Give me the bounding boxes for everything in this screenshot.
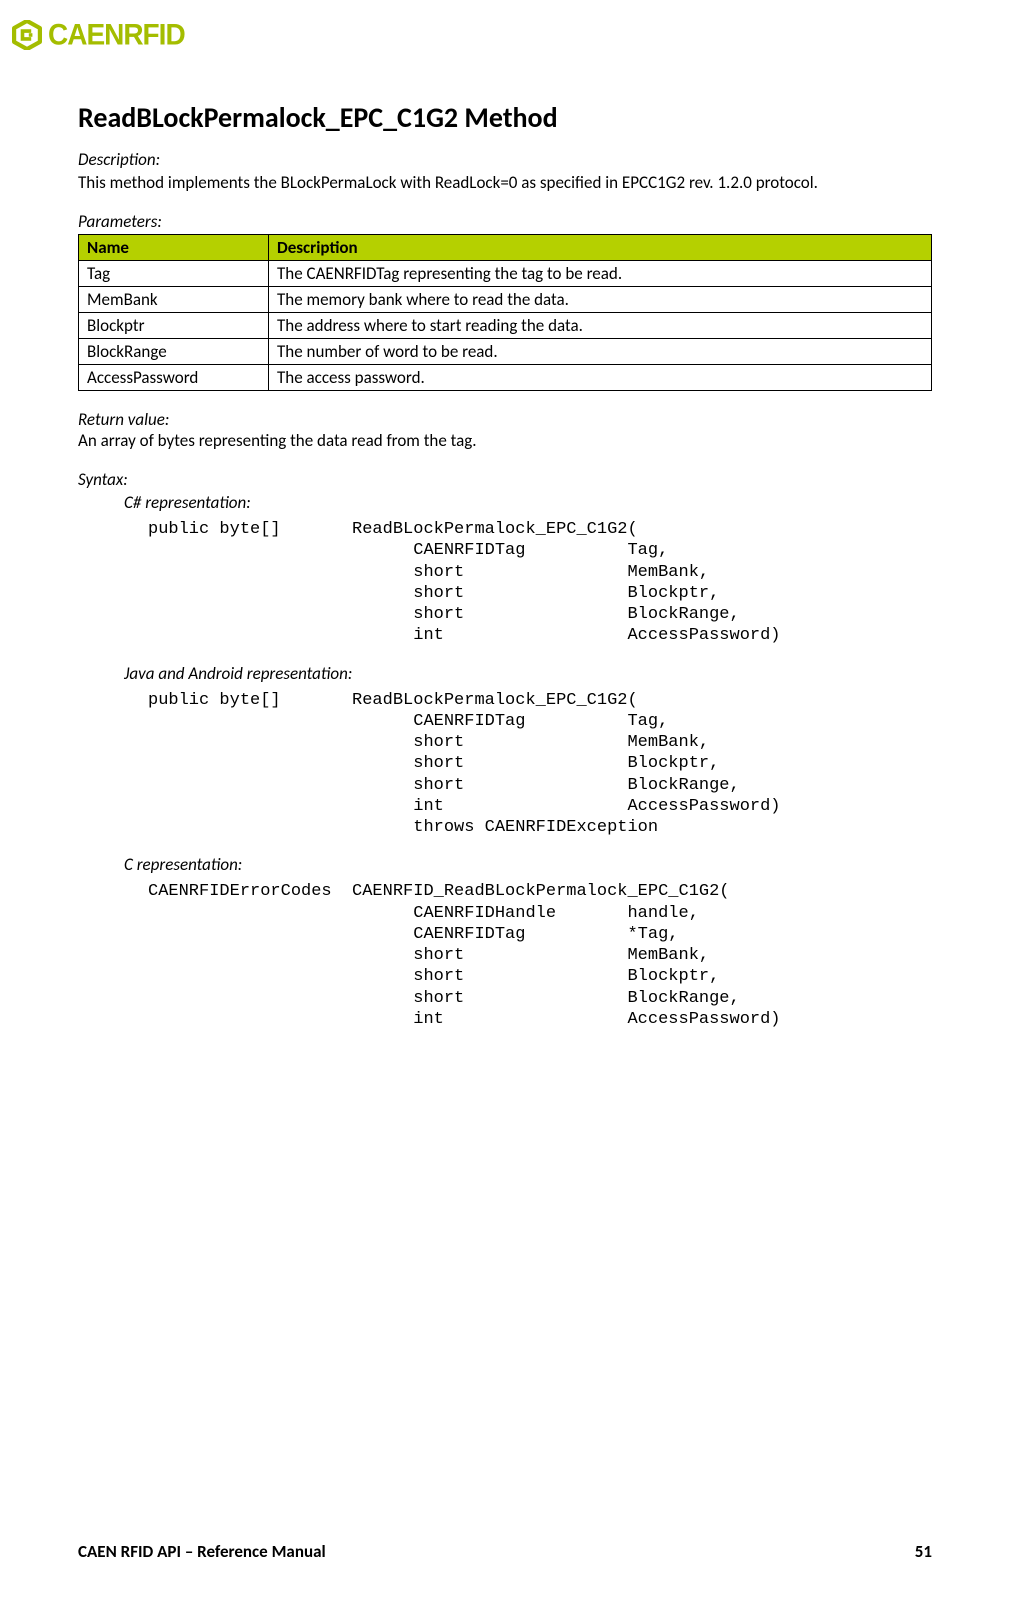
parameters-table: Name Description Tag The CAENRFIDTag rep… (78, 234, 932, 391)
param-desc: The CAENRFIDTag representing the tag to … (269, 261, 932, 287)
table-row: Blockptr The address where to start read… (79, 313, 932, 339)
param-desc: The access password. (269, 365, 932, 391)
parameters-label: Parameters: (78, 211, 932, 232)
table-header-name: Name (79, 235, 269, 261)
param-desc: The number of word to be read. (269, 339, 932, 365)
csharp-code: public byte[] ReadBLockPermalock_EPC_C1G… (148, 519, 932, 647)
table-row: BlockRange The number of word to be read… (79, 339, 932, 365)
table-row: MemBank The memory bank where to read th… (79, 287, 932, 313)
logo-icon (12, 20, 42, 50)
logo-text: CAENRFID (48, 20, 185, 49)
csharp-label: C# representation: (124, 492, 932, 513)
c-label: C representation: (124, 854, 932, 875)
page-number: 51 (915, 1541, 932, 1562)
footer-title: CAEN RFID API – Reference Manual (78, 1541, 326, 1562)
description-label: Description: (78, 149, 932, 170)
description-text: This method implements the BLockPermaLoc… (78, 172, 932, 193)
return-text: An array of bytes representing the data … (78, 430, 932, 451)
page-title: ReadBLockPermalock_EPC_C1G2 Method (78, 100, 932, 135)
param-desc: The address where to start reading the d… (269, 313, 932, 339)
java-label: Java and Android representation: (124, 663, 932, 684)
page-footer: CAEN RFID API – Reference Manual 51 (78, 1541, 932, 1562)
table-header-desc: Description (269, 235, 932, 261)
param-name: Tag (79, 261, 269, 287)
param-name: AccessPassword (79, 365, 269, 391)
brand-logo: CAENRFID (12, 20, 932, 50)
syntax-label: Syntax: (78, 469, 932, 490)
param-name: Blockptr (79, 313, 269, 339)
param-desc: The memory bank where to read the data. (269, 287, 932, 313)
table-row: Tag The CAENRFIDTag representing the tag… (79, 261, 932, 287)
return-label: Return value: (78, 409, 932, 430)
param-name: MemBank (79, 287, 269, 313)
c-code: CAENRFIDErrorCodes CAENRFID_ReadBLockPer… (148, 881, 932, 1030)
param-name: BlockRange (79, 339, 269, 365)
java-code: public byte[] ReadBLockPermalock_EPC_C1G… (148, 690, 932, 839)
table-row: AccessPassword The access password. (79, 365, 932, 391)
